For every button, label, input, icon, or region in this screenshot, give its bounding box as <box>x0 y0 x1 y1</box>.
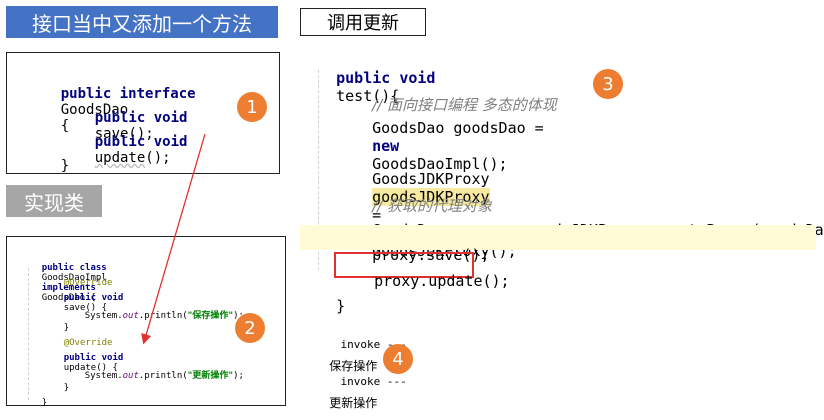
diagram-canvas: 接口当中又添加一个方法 实现类 调用更新 public interface Go… <box>0 0 824 420</box>
test-line-8: proxy.update(); <box>374 272 510 290</box>
badge-3: 3 <box>593 69 623 99</box>
badge-4: 4 <box>383 344 413 374</box>
console-line-4: 更新操作 <box>329 396 378 410</box>
